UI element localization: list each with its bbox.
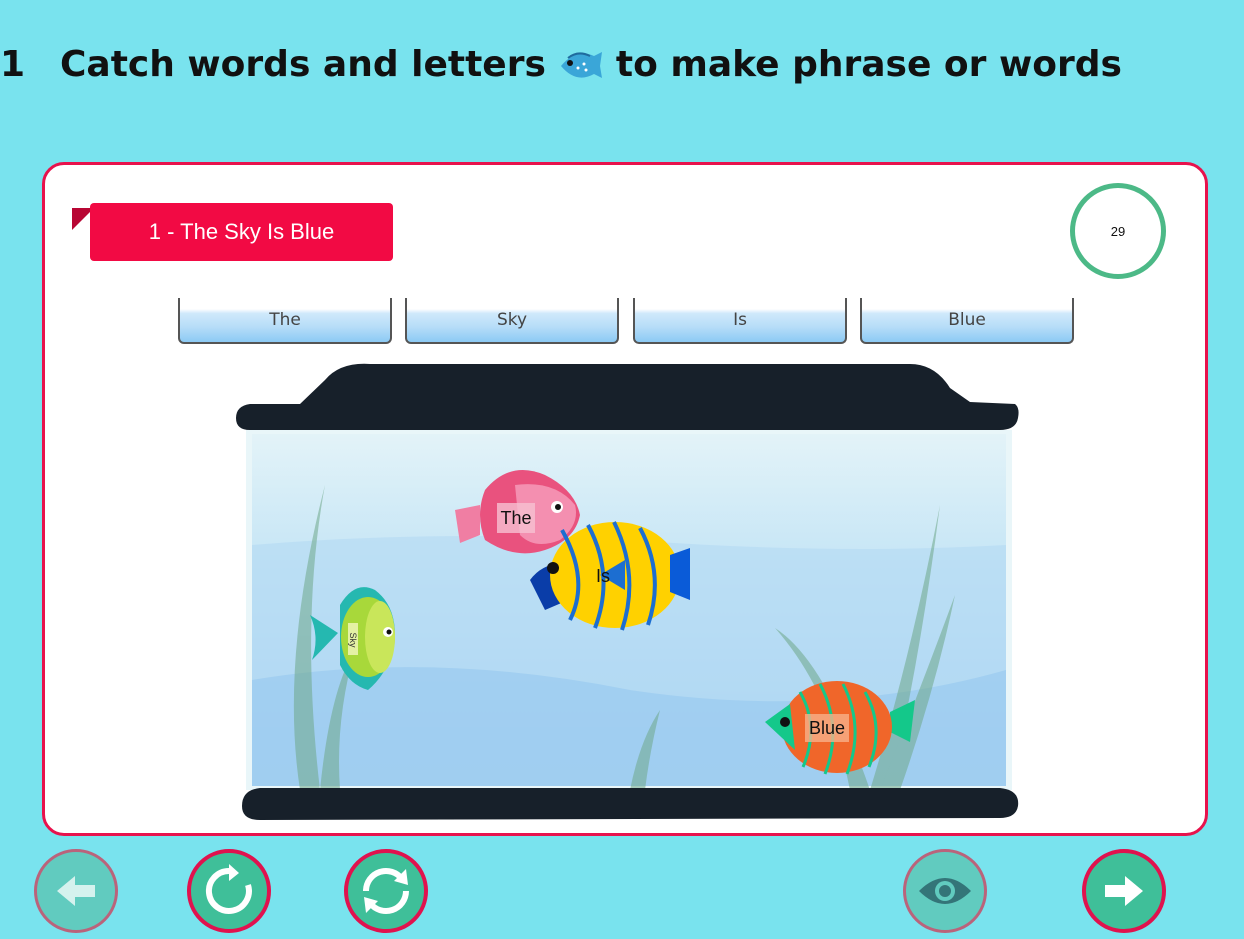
slot-word: Is (733, 310, 747, 330)
tank-base (242, 788, 1019, 820)
timer-value: 29 (1110, 223, 1126, 239)
fish-label-blue: Blue (809, 718, 845, 738)
level-title-banner: 1 - The Sky Is Blue (90, 203, 393, 261)
fish-label-is: Is (596, 566, 610, 586)
word-slot-3[interactable]: Is (633, 298, 847, 344)
next-arrow-icon (1105, 876, 1143, 906)
instruction-text-part1: Catch words and letters (60, 43, 546, 85)
back-button[interactable] (34, 849, 118, 933)
question-number: 1 (0, 43, 26, 85)
instruction-header: 1 Catch words and letters to make phrase… (0, 38, 1122, 90)
slot-word: The (269, 310, 301, 330)
restart-icon (363, 868, 409, 914)
next-button[interactable] (1082, 849, 1166, 933)
tank-lid (236, 363, 1019, 430)
reveal-answer-button[interactable] (903, 849, 987, 933)
slot-word: Blue (948, 310, 986, 330)
fish-label-sky: Sky (348, 632, 358, 648)
restart-button[interactable] (344, 849, 428, 933)
aquarium-tank: The Sky Is Blue (236, 363, 1019, 820)
level-title: 1 - The Sky Is Blue (148, 219, 335, 244)
retry-icon (205, 864, 252, 914)
slot-word: Sky (496, 310, 528, 330)
back-arrow-icon (57, 876, 95, 906)
retry-button[interactable] (187, 849, 271, 933)
countdown-timer: 29 (1070, 183, 1166, 279)
eye-icon (919, 878, 971, 904)
fish-emoji-icon (560, 52, 602, 78)
instruction-text-part2: to make phrase or words (615, 43, 1122, 85)
fish-label-the: The (500, 508, 531, 528)
word-slot-2[interactable]: Sky (405, 298, 619, 344)
word-slot-1[interactable]: The (178, 298, 392, 344)
word-slot-4[interactable]: Blue (860, 298, 1074, 344)
